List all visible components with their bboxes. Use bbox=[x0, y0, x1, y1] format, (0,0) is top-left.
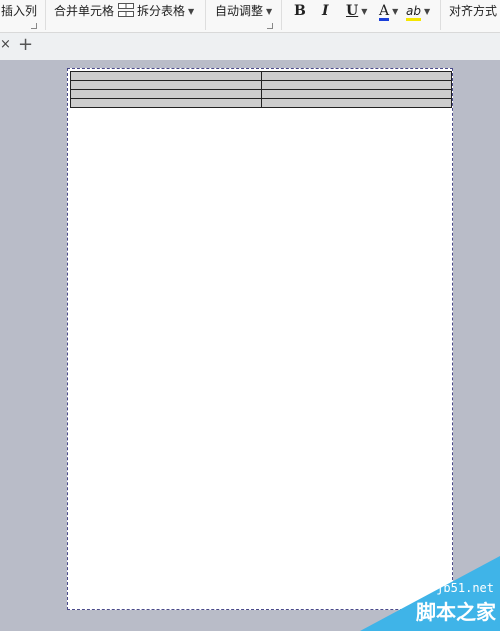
ribbon-toolbar: 插入列 合并单元格 拆分表格 ▼ 自动调整 ▼ B I U ▼ A ▼ ab ▼ 对齐方式 bbox=[0, 0, 500, 33]
table-row bbox=[70, 89, 452, 99]
divider bbox=[45, 0, 46, 30]
table-cell[interactable] bbox=[260, 98, 452, 108]
dialog-launcher-icon[interactable] bbox=[267, 23, 273, 29]
underline-glyph: U bbox=[346, 3, 359, 19]
document-tab-bar: × + bbox=[0, 33, 500, 60]
divider bbox=[205, 0, 206, 30]
table-cell[interactable] bbox=[70, 80, 262, 90]
divider bbox=[440, 0, 441, 30]
document-table[interactable] bbox=[70, 71, 452, 108]
split-table-label: 拆分表格 bbox=[137, 4, 186, 18]
split-table-icon bbox=[118, 3, 134, 17]
table-cell[interactable] bbox=[260, 80, 452, 90]
font-color-button[interactable]: A ▼ bbox=[379, 3, 398, 21]
table-cell[interactable] bbox=[70, 98, 262, 108]
chevron-down-icon[interactable]: ▼ bbox=[424, 7, 430, 16]
table-row bbox=[70, 71, 452, 81]
watermark-site: jb51.net bbox=[436, 581, 494, 595]
chevron-down-icon[interactable]: ▼ bbox=[188, 7, 194, 16]
auto-adjust-button[interactable]: 自动调整 ▼ bbox=[215, 3, 272, 19]
table-cell[interactable] bbox=[70, 71, 262, 81]
table-cell[interactable] bbox=[70, 89, 262, 99]
underline-button[interactable]: U ▼ bbox=[346, 3, 367, 19]
alignment-button[interactable]: 对齐方式 bbox=[449, 3, 497, 19]
table-row bbox=[70, 80, 452, 90]
font-color-icon: A bbox=[379, 3, 390, 21]
divider bbox=[281, 0, 282, 30]
insert-column-button[interactable]: 插入列 bbox=[1, 3, 37, 19]
table-cell[interactable] bbox=[260, 89, 452, 99]
chevron-down-icon[interactable]: ▼ bbox=[361, 7, 367, 16]
document-page[interactable] bbox=[67, 68, 453, 610]
chevron-down-icon[interactable]: ▼ bbox=[266, 7, 272, 16]
auto-adjust-label: 自动调整 bbox=[215, 4, 264, 18]
italic-button[interactable]: I bbox=[322, 3, 329, 19]
add-tab-icon[interactable]: + bbox=[18, 34, 33, 55]
close-icon[interactable]: × bbox=[0, 37, 11, 52]
highlight-button[interactable]: ab ▼ bbox=[406, 3, 430, 21]
table-cell[interactable] bbox=[260, 71, 452, 81]
chevron-down-icon[interactable]: ▼ bbox=[392, 7, 398, 16]
watermark-name: 脚本之家 bbox=[416, 600, 496, 624]
highlight-icon: ab bbox=[406, 5, 421, 21]
bold-button[interactable]: B bbox=[294, 3, 306, 19]
table-row bbox=[70, 98, 452, 108]
split-table-button[interactable]: 拆分表格 ▼ bbox=[118, 3, 194, 19]
dialog-launcher-icon[interactable] bbox=[31, 23, 37, 29]
merge-cells-button[interactable]: 合并单元格 bbox=[54, 3, 114, 19]
